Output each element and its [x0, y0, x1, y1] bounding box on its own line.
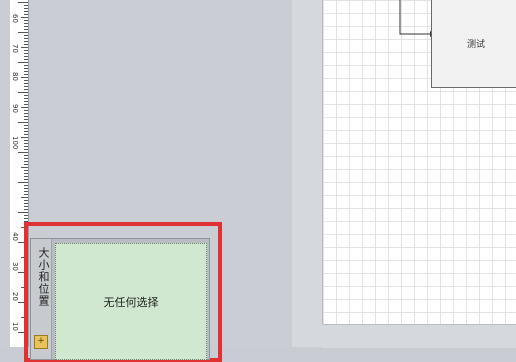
ruler-tick — [24, 158, 28, 159]
connector-arrow[interactable] — [396, 0, 436, 40]
ruler-tick — [21, 137, 28, 138]
ruler-tick — [24, 170, 28, 171]
ruler-tick — [24, 86, 28, 87]
ruler-tick — [24, 203, 28, 204]
ruler-tick — [24, 140, 28, 141]
ruler-tick — [24, 206, 28, 207]
ruler-tick — [24, 155, 28, 156]
ruler-label: 10 — [11, 322, 19, 331]
ruler-tick — [24, 185, 28, 186]
ruler-label: 20 — [11, 292, 19, 301]
ruler-tick — [24, 14, 28, 15]
ruler-tick — [18, 182, 28, 183]
ruler-tick — [24, 11, 28, 12]
ruler-tick — [24, 101, 28, 102]
ruler-tick — [24, 161, 28, 162]
ruler-tick — [24, 116, 28, 117]
ruler-tick — [24, 26, 28, 27]
ruler-tick — [24, 83, 28, 84]
ruler-tick — [24, 8, 28, 9]
ruler-tick — [24, 218, 28, 219]
ruler-tick — [24, 209, 28, 210]
ruler-tick — [24, 191, 28, 192]
ruler-tick — [24, 89, 28, 90]
ruler-tick — [24, 23, 28, 24]
ruler-tick — [18, 152, 28, 153]
ruler-tick — [21, 197, 28, 198]
page-gap — [292, 0, 322, 347]
panel-title-bar[interactable]: 大小和位置 + — [31, 239, 52, 359]
ruler-label: 80 — [11, 72, 19, 81]
ruler-tick — [18, 2, 28, 3]
ruler-tick — [18, 212, 28, 213]
size-position-panel: 大小和位置 + 无任何选择 — [30, 238, 210, 360]
ruler-tick — [24, 35, 28, 36]
ruler-tick — [24, 134, 28, 135]
ruler-label: 60 — [11, 14, 19, 23]
ruler-tick — [24, 119, 28, 120]
ruler-tick — [24, 29, 28, 30]
ruler-tick — [24, 59, 28, 60]
ruler-tick — [21, 107, 28, 108]
ruler-tick — [24, 173, 28, 174]
ruler-tick — [24, 143, 28, 144]
ruler-tick — [24, 80, 28, 81]
ruler-tick — [24, 215, 28, 216]
ruler-label: 40 — [11, 232, 19, 241]
ruler-tick — [24, 146, 28, 147]
ruler-tick — [18, 122, 28, 123]
ruler-tick — [24, 20, 28, 21]
ruler-tick — [24, 65, 28, 66]
ruler-tick — [21, 17, 28, 18]
ruler-tick — [24, 41, 28, 42]
ruler-tick — [24, 200, 28, 201]
ruler-tick — [24, 131, 28, 132]
ruler-tick — [24, 71, 28, 72]
panel-content: 无任何选择 — [55, 243, 207, 360]
ruler-tick — [24, 104, 28, 105]
ruler-label: 100 — [11, 136, 19, 150]
ruler-tick — [18, 92, 28, 93]
ruler-tick — [21, 167, 28, 168]
ruler-tick — [24, 95, 28, 96]
ruler-tick — [24, 53, 28, 54]
ruler-tick — [24, 98, 28, 99]
ruler-tick — [24, 179, 28, 180]
panel-title: 大小和位置 — [37, 247, 50, 307]
ruler-tick — [24, 110, 28, 111]
ruler-tick — [24, 68, 28, 69]
ruler-tick — [24, 125, 28, 126]
ruler-tick — [24, 194, 28, 195]
ruler-tick — [24, 164, 28, 165]
ruler-label: 90 — [11, 104, 19, 113]
ruler-tick — [24, 188, 28, 189]
page-bottom-edge — [322, 324, 516, 348]
ruler-tick — [18, 32, 28, 33]
ruler-tick — [24, 38, 28, 39]
ruler-tick — [24, 50, 28, 51]
ruler-tick — [21, 47, 28, 48]
shape-label: 测试 — [466, 39, 485, 50]
ruler-tick — [24, 5, 28, 6]
process-shape[interactable]: 测试 — [431, 0, 516, 88]
ruler-tick — [24, 74, 28, 75]
ruler-tick — [24, 44, 28, 45]
no-selection-text: 无任何选择 — [103, 295, 159, 309]
ruler-tick — [21, 77, 28, 78]
ruler-tick — [24, 113, 28, 114]
ruler-tick — [24, 56, 28, 57]
left-workspace: 60 70 80 90 100 40 30 20 10 大小和位置 + 无任何选择 — [0, 0, 292, 362]
ruler-label: 30 — [11, 262, 19, 271]
ruler-tick — [24, 128, 28, 129]
ruler-label: 70 — [11, 44, 19, 53]
ruler-tick — [18, 62, 28, 63]
ruler-tick — [24, 149, 28, 150]
ruler-tick — [24, 176, 28, 177]
